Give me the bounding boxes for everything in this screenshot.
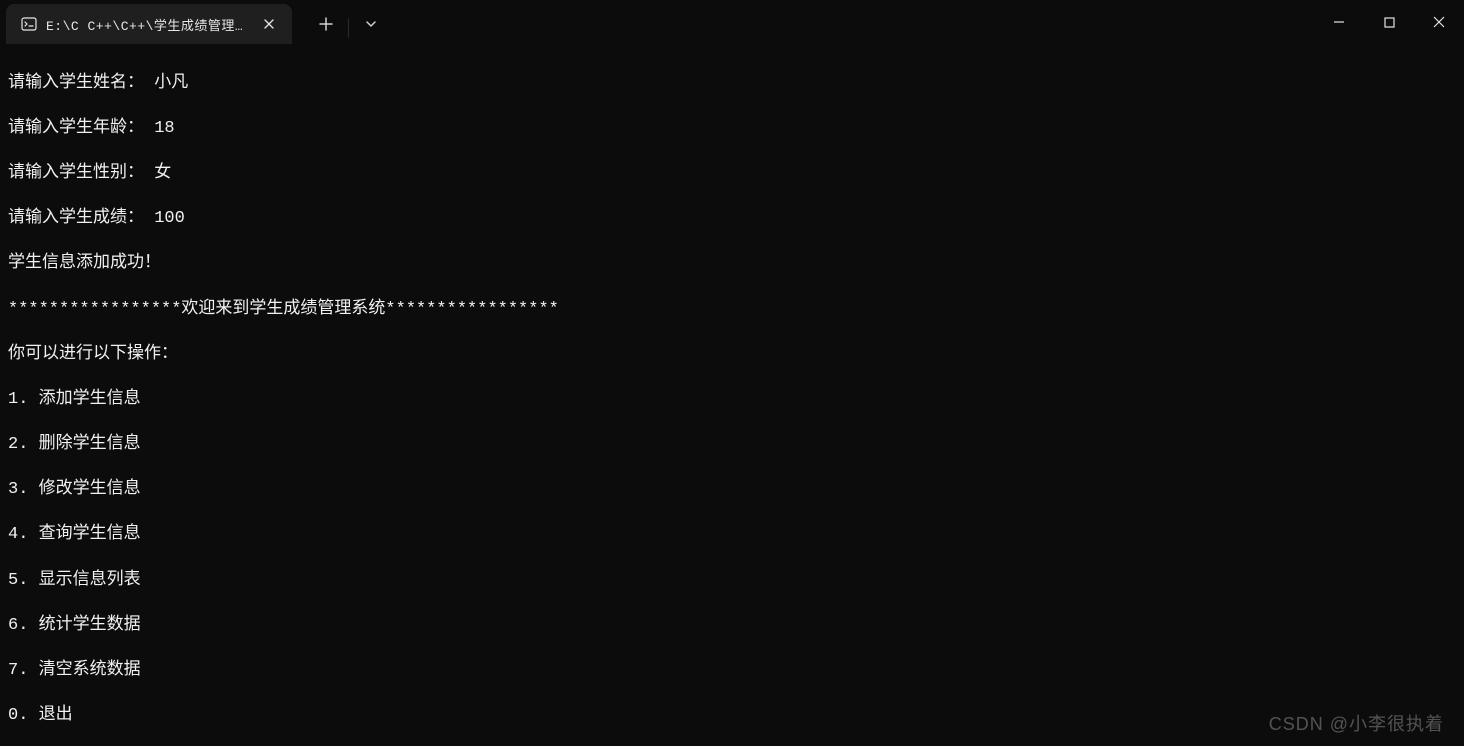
close-window-button[interactable] <box>1414 0 1464 44</box>
watermark: CSDN @小李很执着 <box>1269 710 1444 736</box>
minimize-button[interactable] <box>1314 0 1364 44</box>
menu-item-0a: 0. 退出 <box>8 705 1456 728</box>
tab-menu-dropdown[interactable] <box>353 6 389 42</box>
terminal-app-icon <box>20 15 38 33</box>
line-input-name: 请输入学生姓名： 小凡 <box>8 73 1456 96</box>
menu-item-6a: 6. 统计学生数据 <box>8 615 1456 638</box>
line-input-sex: 请输入学生性别： 女 <box>8 163 1456 186</box>
line-ops-label-1: 你可以进行以下操作： <box>8 344 1456 367</box>
titlebar: E:\C C++\C++\学生成绩管理系 <box>0 0 1464 44</box>
tab-close-button[interactable] <box>260 15 278 33</box>
menu-item-7a: 7. 清空系统数据 <box>8 660 1456 683</box>
menu-item-3a: 3. 修改学生信息 <box>8 479 1456 502</box>
menu-item-5a: 5. 显示信息列表 <box>8 570 1456 593</box>
menu-item-4a: 4. 查询学生信息 <box>8 524 1456 547</box>
line-banner-1: *****************欢迎来到学生成绩管理系统***********… <box>8 299 1456 322</box>
new-tab-button[interactable] <box>308 6 344 42</box>
tab-title: E:\C C++\C++\学生成绩管理系 <box>46 15 246 34</box>
maximize-button[interactable] <box>1364 0 1414 44</box>
menu-item-1a: 1. 添加学生信息 <box>8 389 1456 412</box>
window-controls <box>1314 0 1464 44</box>
line-added-ok: 学生信息添加成功！ <box>8 253 1456 276</box>
menu-item-2a: 2. 删除学生信息 <box>8 434 1456 457</box>
terminal-output[interactable]: 请输入学生姓名： 小凡 请输入学生年龄： 18 请输入学生性别： 女 请输入学生… <box>0 44 1464 746</box>
vertical-divider <box>348 18 349 38</box>
line-input-age: 请输入学生年龄： 18 <box>8 118 1456 141</box>
line-input-score: 请输入学生成绩： 100 <box>8 208 1456 231</box>
tab-strip-controls <box>308 0 389 44</box>
tab-active[interactable]: E:\C C++\C++\学生成绩管理系 <box>6 4 292 44</box>
